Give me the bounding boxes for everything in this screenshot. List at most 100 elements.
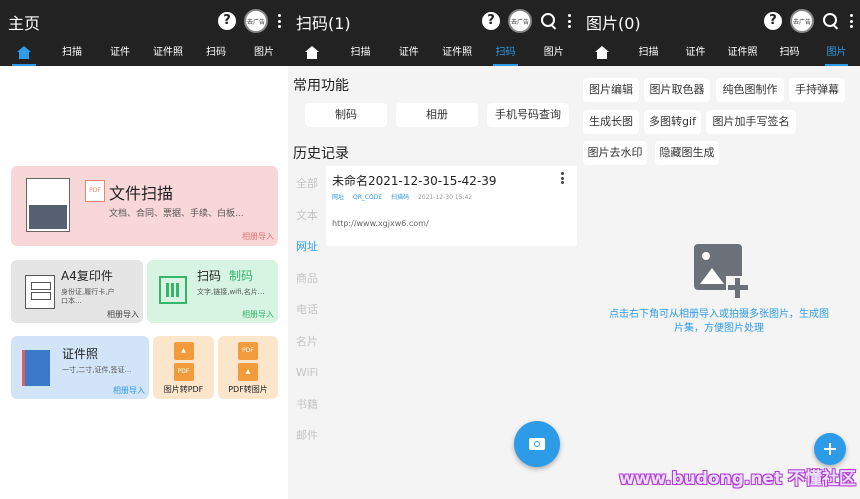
images-screen: 图片(0) ? 去广告 扫描 证件 证件照 扫码 图片 图片编辑 图片取色器 纯… xyxy=(578,0,860,499)
category-books[interactable]: 书籍 xyxy=(288,389,326,421)
document-scan-icon xyxy=(26,178,70,232)
tab-bar: 扫描 证件 证件照 扫码 图片 xyxy=(288,42,578,66)
tag-source: 扫描码 xyxy=(391,194,410,201)
common-functions-heading: 常用功能 xyxy=(293,78,349,94)
image-to-pdf-label: 图片转PDF xyxy=(163,385,204,394)
more-menu-icon[interactable] xyxy=(848,12,854,30)
tool-image-edit[interactable]: 图片编辑 xyxy=(583,78,639,102)
more-menu-icon[interactable] xyxy=(566,12,572,30)
tab-qr[interactable]: 扫码 xyxy=(192,42,240,66)
tab-bar: 扫描 证件 证件照 扫码 图片 xyxy=(0,42,288,66)
page-title: 扫码(1) xyxy=(296,14,351,33)
album-button[interactable]: 相册 xyxy=(396,103,478,127)
album-import-link[interactable]: 相册导入 xyxy=(242,231,274,242)
tab-id-photo[interactable]: 证件照 xyxy=(433,42,481,66)
history-heading: 历史记录 xyxy=(293,146,349,162)
tab-home[interactable] xyxy=(0,42,48,66)
tool-signature[interactable]: 图片加手写签名 xyxy=(706,110,796,134)
album-import-link[interactable]: 相册导入 xyxy=(113,385,145,396)
id-photo-card[interactable]: 证件照 一寸,二寸,证件,签证... 相册导入 xyxy=(11,336,149,399)
watermark: www.budong.net 不懂社区 xyxy=(618,469,856,489)
qr-code-icon xyxy=(159,276,187,304)
remove-ads-avatar[interactable]: 去广告 xyxy=(790,9,814,33)
search-icon[interactable] xyxy=(540,12,558,30)
tab-qr[interactable]: 扫码 xyxy=(481,42,529,66)
remove-ads-avatar[interactable]: 去广告 xyxy=(508,9,532,33)
a4-copy-card[interactable]: A4复印件 身份证,履行卡,户口本... 相册导入 xyxy=(11,260,143,323)
app-bar: 图片(0) ? 去广告 扫描 证件 证件照 扫码 图片 xyxy=(578,0,860,66)
tool-solid-color[interactable]: 纯色图制作 xyxy=(716,78,784,102)
id-photo-subtitle: 一寸,二寸,证件,签证... xyxy=(62,366,132,374)
tool-remove-watermark[interactable]: 图片去水印 xyxy=(583,141,647,165)
help-icon[interactable]: ? xyxy=(218,12,236,30)
id-card-icon xyxy=(25,275,55,309)
tab-images[interactable]: 图片 xyxy=(240,42,288,66)
document-scan-card[interactable]: PDF 文件扫描 文档、合同、票据、手续、白板... 相册导入 xyxy=(11,166,278,246)
category-card[interactable]: 名片 xyxy=(288,326,326,358)
camera-fab[interactable] xyxy=(514,421,560,467)
home-icon xyxy=(17,45,31,59)
pdf-to-image-card[interactable]: PDF ▲ PDF转图片 xyxy=(218,336,278,399)
tool-color-picker[interactable]: 图片取色器 xyxy=(644,78,710,102)
help-icon[interactable]: ? xyxy=(482,12,500,30)
generate-code-button[interactable]: 制码 xyxy=(305,103,387,127)
page-title: 图片(0) xyxy=(586,14,641,33)
category-all[interactable]: 全部 xyxy=(288,168,326,200)
search-icon[interactable] xyxy=(822,12,840,30)
help-icon[interactable]: ? xyxy=(764,12,782,30)
qr-scan-title: 扫码 xyxy=(197,269,222,283)
qr-scan-subtitle: 文字,链接,wifi,名片... xyxy=(197,288,265,296)
tab-certificate[interactable]: 证件 xyxy=(385,42,433,66)
tool-gif[interactable]: 多图转gif xyxy=(644,110,701,134)
category-product[interactable]: 商品 xyxy=(288,263,326,295)
tab-scan[interactable]: 扫描 xyxy=(48,42,96,66)
history-item-url: http://www.xgjxw6.com/ xyxy=(332,219,429,228)
image-icon: ▲ xyxy=(173,342,194,360)
album-import-link[interactable]: 相册导入 xyxy=(242,309,274,320)
tab-certificate[interactable]: 证件 xyxy=(672,42,719,66)
home-icon xyxy=(305,45,320,59)
phone-lookup-button[interactable]: 手机号码查询 xyxy=(487,103,569,127)
tab-scan[interactable]: 扫描 xyxy=(625,42,672,66)
page-title: 主页 xyxy=(8,14,41,33)
history-item[interactable]: 未命名2021-12-30-15-42-39 网址 QR_CODE 扫描码 20… xyxy=(326,166,577,246)
category-mail[interactable]: 邮件 xyxy=(288,420,326,452)
tab-images[interactable]: 图片 xyxy=(813,42,860,66)
tab-id-photo[interactable]: 证件照 xyxy=(144,42,192,66)
more-icon[interactable] xyxy=(561,172,565,184)
add-fab[interactable] xyxy=(814,433,846,465)
qr-screen: 扫码(1) ? 去广告 扫描 证件 证件照 扫码 图片 常用功能 制码 相册 手… xyxy=(288,0,578,499)
tool-long-image[interactable]: 生成长图 xyxy=(583,110,639,134)
tab-certificate[interactable]: 证件 xyxy=(96,42,144,66)
app-bar-actions: ? 去广告 xyxy=(218,9,282,33)
remove-ads-avatar[interactable]: 去广告 xyxy=(244,9,268,33)
pdf-icon: PDF xyxy=(173,363,194,381)
tool-hidden-image[interactable]: 隐藏图生成 xyxy=(655,141,719,165)
qr-generate-title: 制码 xyxy=(229,269,254,283)
history-item-meta: 网址 QR_CODE 扫描码 2021-12-30 15:42 xyxy=(332,192,479,201)
empty-hint: 点击右下角可从相册导入或拍摄多张图片，生成图片集，方便图片处理 xyxy=(609,309,829,334)
tag-format: QR_CODE xyxy=(352,194,383,201)
plus-icon xyxy=(726,276,750,300)
category-list: 全部 文本 网址 商品 电话 名片 WiFi 书籍 邮件 xyxy=(288,168,326,452)
tab-scan[interactable]: 扫描 xyxy=(336,42,384,66)
category-url[interactable]: 网址 xyxy=(288,231,326,263)
more-menu-icon[interactable] xyxy=(276,12,282,30)
album-import-link[interactable]: 相册导入 xyxy=(107,309,139,320)
pdf-icon: PDF xyxy=(85,180,105,202)
add-icon xyxy=(824,443,836,455)
category-text[interactable]: 文本 xyxy=(288,200,326,232)
image-to-pdf-card[interactable]: ▲ PDF 图片转PDF xyxy=(153,336,214,399)
tab-id-photo[interactable]: 证件照 xyxy=(719,42,766,66)
qr-scan-card[interactable]: 扫码 制码 文字,链接,wifi,名片... 相册导入 xyxy=(147,260,278,323)
tool-led-scroll[interactable]: 手持弹幕 xyxy=(789,78,845,102)
tab-images[interactable]: 图片 xyxy=(530,42,578,66)
tab-qr[interactable]: 扫码 xyxy=(766,42,813,66)
tab-home[interactable] xyxy=(288,42,336,66)
app-bar-actions: ? 去广告 xyxy=(764,9,854,33)
category-wifi[interactable]: WiFi xyxy=(288,357,326,389)
a4-copy-title: A4复印件 xyxy=(61,269,113,283)
category-phone[interactable]: 电话 xyxy=(288,294,326,326)
tab-home[interactable] xyxy=(578,42,625,66)
camera-icon xyxy=(529,438,545,450)
